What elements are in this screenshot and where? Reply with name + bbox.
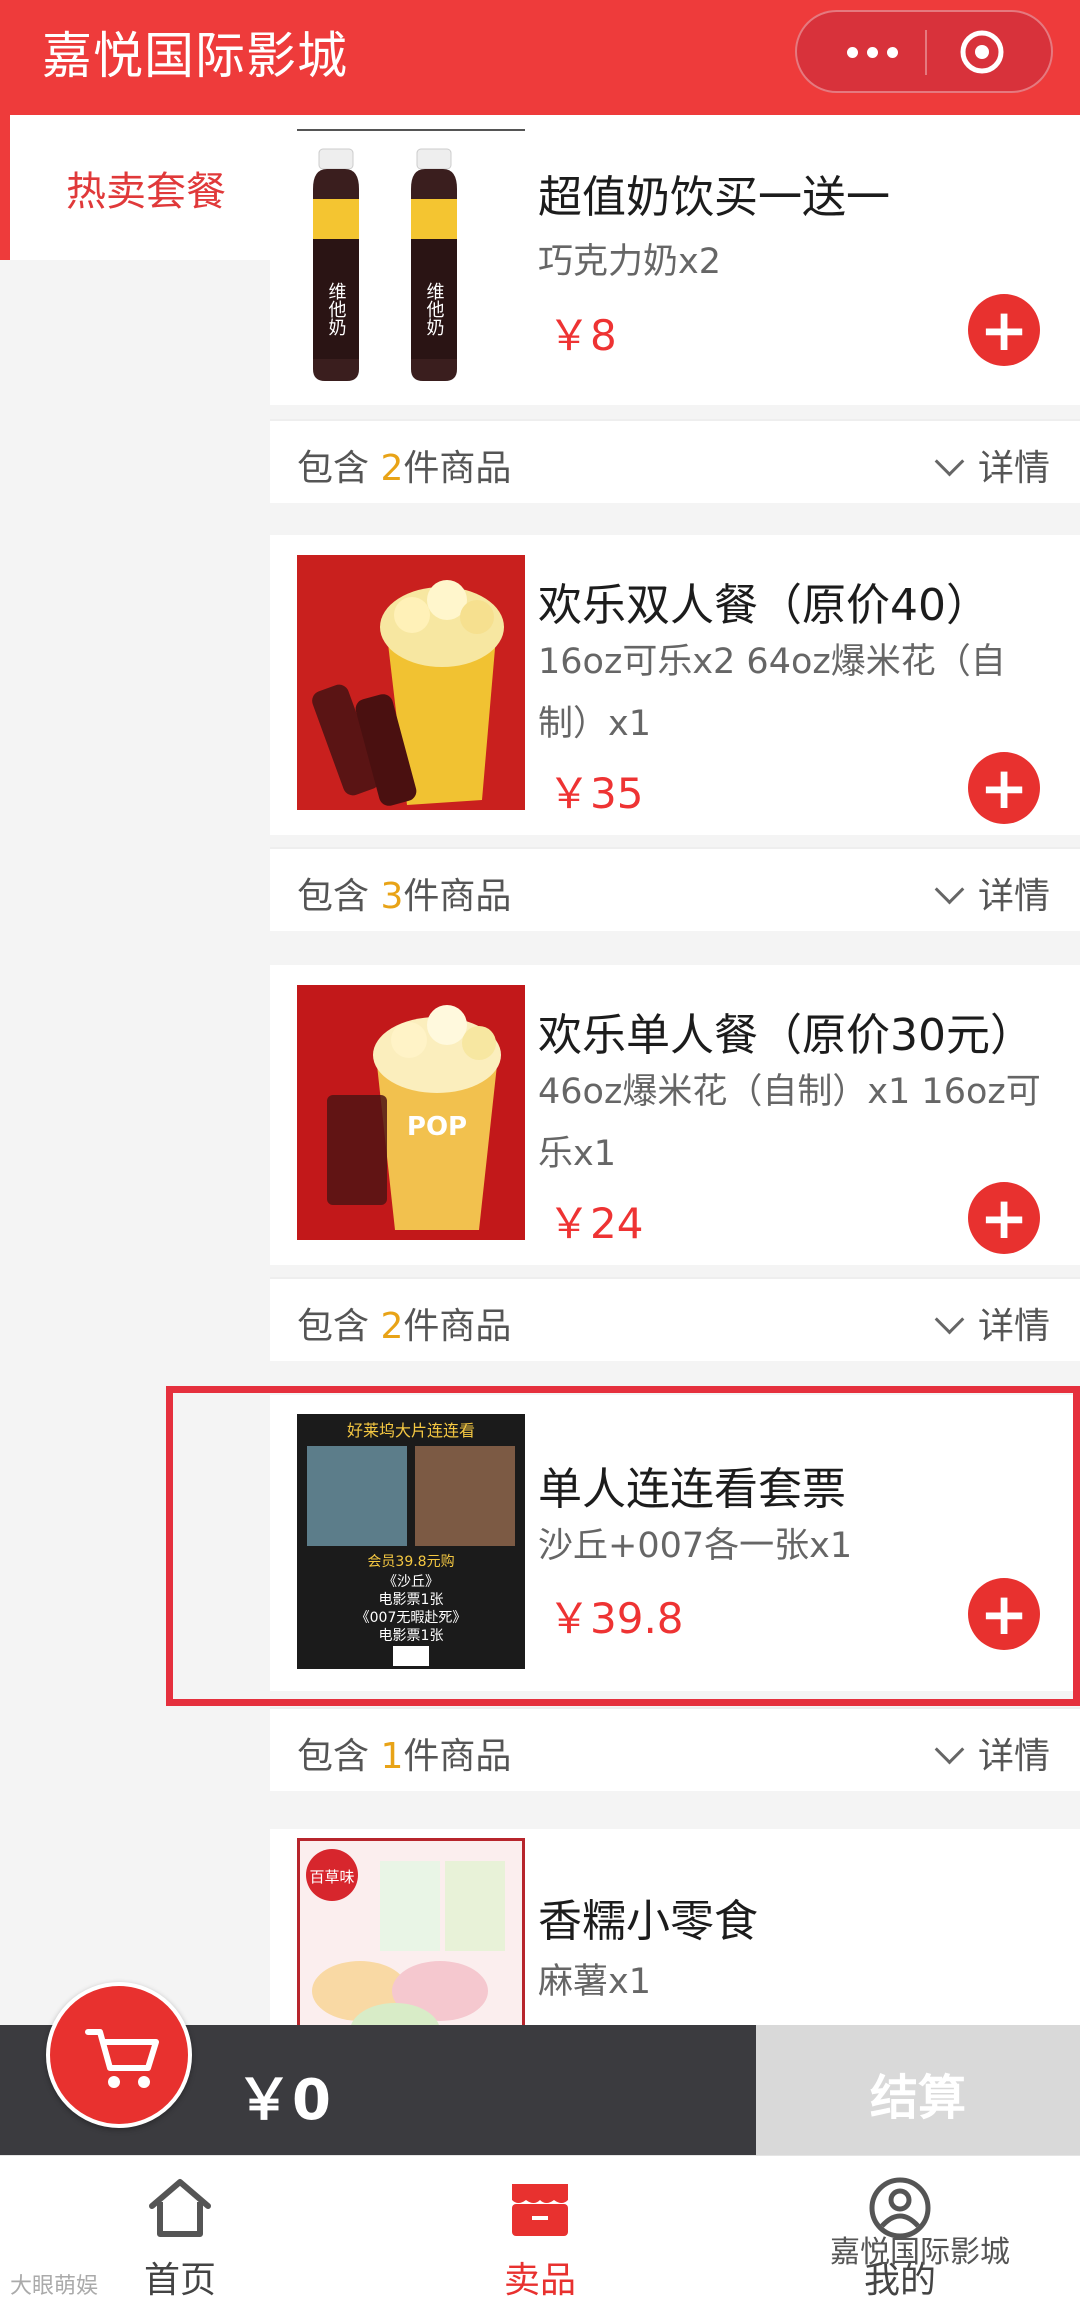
item-count-row[interactable]: 包含 3件商品 详情	[270, 847, 1080, 931]
header-bar: 嘉悦国际影城	[0, 0, 1080, 115]
home-icon	[149, 2179, 211, 2237]
svg-text:POP: POP	[407, 1112, 467, 1142]
item-count-number: 1	[380, 1736, 404, 1777]
detail-toggle[interactable]: 详情	[934, 1727, 1050, 1779]
store-icon	[512, 2184, 568, 2236]
item-count-text: 包含 3件商品	[297, 876, 512, 917]
product-name: 欢乐双人餐（原价40）	[538, 580, 990, 631]
product-price: ￥35	[548, 769, 644, 818]
product-name: 超值奶饮买一送一	[538, 172, 890, 223]
sidebar-item-label: 热卖套餐	[66, 169, 226, 215]
capsule-divider	[925, 30, 927, 75]
product-desc: 麻薯x1	[538, 1962, 651, 2002]
chevron-down-icon	[934, 1304, 965, 1335]
item-count-text: 包含 1件商品	[297, 1736, 512, 1777]
highlight-frame	[166, 1386, 1080, 1706]
chevron-down-icon	[934, 874, 965, 905]
product-card[interactable]: POP 欢乐单人餐（原价30元） 46oz爆米花（自制）x1 16oz可乐x1 …	[270, 965, 1080, 1265]
product-name: 欢乐单人餐（原价30元）	[538, 1010, 1034, 1061]
miniprogram-capsule	[795, 10, 1053, 93]
product-price: ￥24	[548, 1199, 644, 1248]
sidebar-item-hot-combos[interactable]: 热卖套餐	[0, 115, 270, 260]
product-desc: 巧克力奶x2	[538, 242, 721, 282]
watermark-left: 大眼萌娱	[10, 2274, 99, 2299]
product-image	[297, 555, 525, 810]
add-to-cart-button[interactable]: +	[968, 1182, 1040, 1254]
cart-icon	[85, 2029, 159, 2088]
detail-toggle[interactable]: 详情	[934, 867, 1050, 919]
product-image: 维他奶 维他奶	[297, 129, 525, 384]
cart-total: ￥0	[236, 2068, 331, 2133]
drink-brand-text: 维他奶	[326, 282, 347, 336]
product-image: POP	[297, 985, 525, 1240]
product-card[interactable]: 欢乐双人餐（原价40） 16oz可乐x2 64oz爆米花（自制）x1 ￥35 +	[270, 535, 1080, 835]
product-card[interactable]: 维他奶 维他奶 超值奶饮买一送一 巧克力奶x2 ￥8 +	[270, 115, 1080, 405]
more-icon[interactable]	[827, 12, 917, 92]
item-count-text: 包含 2件商品	[297, 1306, 512, 1347]
chevron-down-icon	[934, 1734, 965, 1765]
detail-toggle[interactable]: 详情	[934, 1297, 1050, 1349]
watermark-right: 嘉悦国际影城	[830, 2235, 1010, 2270]
product-card[interactable]: 百草味 香糯小零食 麻薯x1 +	[270, 1829, 1080, 2025]
item-count-row[interactable]: 包含 2件商品 详情	[270, 419, 1080, 503]
product-desc: 16oz可乐x2 64oz爆米花（自制）x1	[538, 642, 1006, 744]
item-count-row[interactable]: 包含 1件商品 详情	[270, 1707, 1080, 1791]
checkout-button[interactable]: 结算	[756, 2025, 1080, 2155]
tab-label: 首页	[143, 2260, 216, 2301]
cart-button[interactable]	[46, 1982, 192, 2128]
item-count-number: 3	[380, 876, 404, 917]
add-to-cart-button[interactable]: +	[968, 294, 1040, 366]
product-list[interactable]: 维他奶 维他奶 超值奶饮买一送一 巧克力奶x2 ￥8 + 包含 2件商品 详情 …	[270, 115, 1080, 2025]
product-image: 百草味	[297, 1838, 525, 2025]
product-price: ￥8	[548, 311, 617, 360]
item-count-row[interactable]: 包含 2件商品 详情	[270, 1277, 1080, 1361]
detail-toggle[interactable]: 详情	[934, 439, 1050, 491]
item-count-text: 包含 2件商品	[297, 448, 512, 489]
checkout-label: 结算	[869, 2070, 966, 2126]
snack-brand-text: 百草味	[309, 1868, 354, 1886]
add-to-cart-button[interactable]: +	[968, 752, 1040, 824]
active-indicator	[0, 115, 10, 260]
drink-brand-text-2: 维他奶	[424, 282, 445, 336]
tab-store[interactable]: 卖品	[440, 2156, 640, 2304]
tab-label: 卖品	[503, 2260, 576, 2301]
page-title: 嘉悦国际影城	[42, 27, 348, 85]
item-count-number: 2	[380, 448, 404, 489]
tab-home[interactable]: 首页	[80, 2156, 280, 2304]
item-count-number: 2	[380, 1306, 404, 1347]
product-name: 香糯小零食	[538, 1896, 758, 1947]
product-desc: 46oz爆米花（自制）x1 16oz可乐x1	[538, 1072, 1041, 1174]
category-sidebar: 热卖套餐	[0, 115, 270, 2025]
chevron-down-icon	[934, 446, 965, 477]
close-miniprogram-icon[interactable]	[957, 27, 1007, 77]
